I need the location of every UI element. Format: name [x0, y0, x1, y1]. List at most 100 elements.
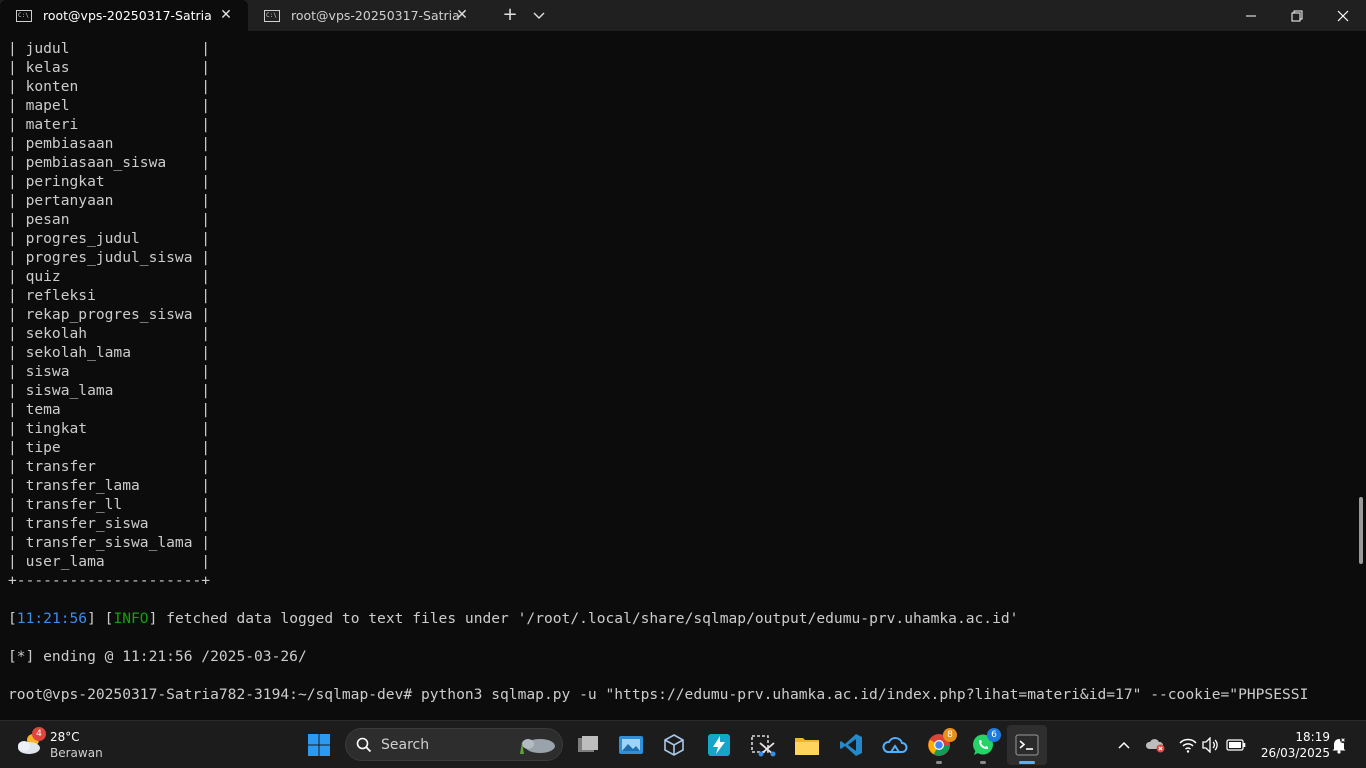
- search-label: Search: [381, 737, 430, 753]
- search-highlight-icon: [520, 739, 555, 754]
- whatsapp-button[interactable]: 6: [963, 725, 1003, 765]
- minimize-icon: [1246, 15, 1256, 16]
- task-view-icon: [578, 736, 598, 752]
- table-row: | progres_judul |: [8, 230, 211, 247]
- wifi-icon: [1179, 738, 1197, 753]
- running-indicator: [936, 761, 942, 764]
- tab-title: root@vps-20250317-Satria782: [291, 8, 459, 23]
- table-row: | judul |: [8, 40, 211, 57]
- tab-title: root@vps-20250317-Satria782: [43, 8, 211, 23]
- whatsapp-badge: 6: [987, 728, 1001, 742]
- table-row: | peringkat |: [8, 173, 211, 190]
- table-row: | transfer_lama |: [8, 477, 211, 494]
- cmd-icon: [264, 9, 280, 22]
- notification-bell-icon: [1332, 737, 1346, 754]
- table-row: | tingkat |: [8, 420, 211, 437]
- cloud-app-button[interactable]: [875, 725, 915, 765]
- tab-dropdown-button[interactable]: [528, 4, 550, 26]
- bracket: [: [8, 610, 17, 627]
- table-border: +---------------------+: [8, 572, 211, 589]
- virtualbox-button[interactable]: [654, 725, 694, 765]
- maximize-button[interactable]: [1274, 0, 1320, 31]
- table-row: | transfer |: [8, 458, 211, 475]
- table-row: | pertanyaan |: [8, 192, 211, 209]
- taskbar-search[interactable]: Search: [345, 728, 563, 761]
- table-row: | transfer_ll |: [8, 496, 211, 513]
- table-row: | tipe |: [8, 439, 211, 456]
- table-row: | siswa |: [8, 363, 211, 380]
- chrome-badge: 8: [943, 728, 957, 742]
- log-message: ] fetched data logged to text files unde…: [148, 610, 1019, 627]
- taskbar-clock[interactable]: 18:19 26/03/2025: [1250, 729, 1330, 761]
- bracket: ] [: [87, 610, 114, 627]
- table-row: | siswa_lama |: [8, 382, 211, 399]
- tab-2[interactable]: root@vps-20250317-Satria782 ✕: [248, 0, 484, 31]
- tab-1[interactable]: root@vps-20250317-Satria782 ✕: [0, 0, 248, 31]
- close-icon: [1337, 10, 1349, 21]
- close-tab-icon[interactable]: ✕: [218, 7, 234, 23]
- log-level: INFO: [113, 610, 149, 627]
- minimize-button[interactable]: [1228, 0, 1274, 31]
- restore-icon: [1291, 10, 1303, 21]
- terminal-output[interactable]: | judul | | kelas | | konten | | mapel |…: [0, 31, 1366, 720]
- close-window-button[interactable]: [1320, 0, 1366, 31]
- volume-status[interactable]: [1199, 733, 1223, 757]
- weather-widget[interactable]: 4 28°C Berawan: [14, 727, 134, 763]
- file-explorer-button[interactable]: [787, 725, 827, 765]
- weather-description: Berawan: [50, 746, 103, 760]
- scrollbar-thumb[interactable]: [1359, 497, 1363, 564]
- table-row: | transfer_siswa_lama |: [8, 534, 211, 551]
- table-row: | quiz |: [8, 268, 211, 285]
- table-row: | tema |: [8, 401, 211, 418]
- ending-line: [*] ending @ 11:21:56 /2025-03-26/: [8, 648, 307, 665]
- virtualbox-icon: [664, 734, 684, 756]
- table-row: | refleksi |: [8, 287, 211, 304]
- start-button[interactable]: [299, 725, 339, 765]
- log-time: 11:21:56: [16, 610, 88, 627]
- snipping-tool-button[interactable]: [743, 725, 783, 765]
- windows-icon: [308, 734, 330, 756]
- speaker-icon: [1202, 737, 1218, 753]
- terminal-icon: [1015, 734, 1039, 756]
- taskbar: 4 28°C Berawan Search 8 6 18:19 26/03/20…: [0, 720, 1366, 768]
- table-row: | konten |: [8, 78, 211, 95]
- title-bar: root@vps-20250317-Satria782 ✕ root@vps-2…: [0, 0, 1366, 31]
- command-prompt-line[interactable]: root@vps-20250317-Satria782-3194:~/sqlma…: [8, 685, 1308, 704]
- chevron-up-icon: [1118, 741, 1130, 749]
- chevron-down-icon: [533, 12, 545, 19]
- table-row: | mapel |: [8, 97, 211, 114]
- photos-icon: [619, 736, 643, 754]
- running-indicator: [980, 761, 986, 764]
- bolt-app-button[interactable]: [699, 725, 739, 765]
- table-row: | sekolah |: [8, 325, 211, 342]
- vscode-button[interactable]: [831, 725, 871, 765]
- photos-app-button[interactable]: [611, 725, 651, 765]
- info-log-line: [11:21:56] [INFO] fetched data logged to…: [8, 609, 1018, 628]
- close-tab-icon[interactable]: ✕: [454, 7, 470, 23]
- chrome-button[interactable]: 8: [919, 725, 959, 765]
- battery-status[interactable]: [1224, 733, 1248, 757]
- task-view-button[interactable]: [568, 725, 608, 765]
- show-hidden-icons-button[interactable]: [1112, 733, 1136, 757]
- cloud-error-icon: [1145, 739, 1165, 753]
- clock-date: 26/03/2025: [1260, 746, 1330, 760]
- weather-temperature: 28°C: [50, 730, 80, 744]
- terminal-button[interactable]: [1007, 725, 1047, 765]
- weather-badge: 4: [32, 727, 46, 741]
- file-explorer-icon: [795, 738, 819, 755]
- table-row: | materi |: [8, 116, 211, 133]
- table-row: | progres_judul_siswa |: [8, 249, 211, 266]
- table-row: | pesan |: [8, 211, 211, 228]
- clock-time: 18:19: [1295, 730, 1330, 744]
- new-tab-button[interactable]: +: [498, 4, 522, 26]
- vscode-icon: [840, 734, 862, 756]
- table-row: | pembiasaan |: [8, 135, 211, 152]
- onedrive-status[interactable]: [1144, 733, 1168, 757]
- table-row: | sekolah_lama |: [8, 344, 211, 361]
- table-row: | kelas |: [8, 59, 211, 76]
- snipping-tool-icon: [751, 735, 776, 757]
- table-row: | user_lama |: [8, 553, 211, 570]
- wifi-status[interactable]: [1176, 733, 1200, 757]
- notifications-button[interactable]: [1328, 733, 1350, 757]
- table-row: | pembiasaan_siswa |: [8, 154, 211, 171]
